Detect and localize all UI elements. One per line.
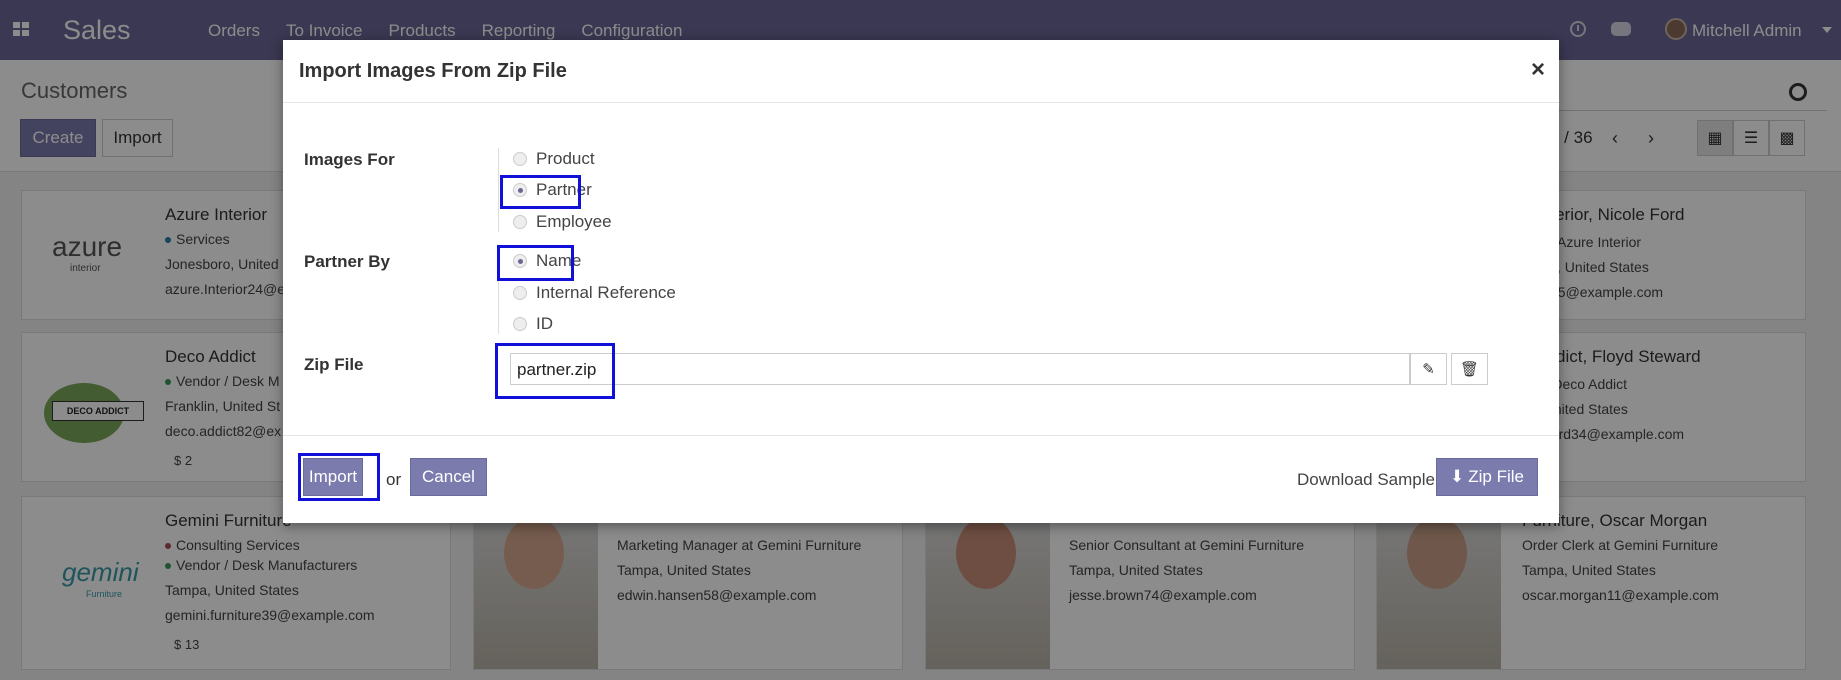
radio-label: Product bbox=[536, 149, 595, 168]
import-images-dialog: Import Images From Zip File × Images For… bbox=[283, 40, 1559, 523]
radio-employee[interactable]: Employee bbox=[499, 211, 612, 233]
radio-internal-reference[interactable]: Internal Reference bbox=[499, 282, 676, 304]
radio-product[interactable]: Product bbox=[499, 148, 595, 170]
highlight-import bbox=[298, 453, 380, 501]
modal-footer: Import or Cancel Download Sample: ⬇ Zip … bbox=[283, 435, 1559, 523]
pencil-icon[interactable]: ✎ bbox=[1410, 353, 1447, 385]
modal-title: Import Images From Zip File bbox=[299, 60, 567, 82]
radio-button[interactable] bbox=[513, 152, 527, 166]
button-label: Zip File bbox=[1468, 467, 1524, 486]
trash-icon[interactable]: 🗑 bbox=[1451, 353, 1488, 385]
images-for-radio-group: Product Partner Employee bbox=[498, 148, 612, 232]
radio-button[interactable] bbox=[513, 286, 527, 300]
close-icon[interactable]: × bbox=[1531, 56, 1545, 84]
download-icon: ⬇ bbox=[1450, 467, 1465, 486]
zip-file-label: Zip File bbox=[304, 355, 364, 374]
images-for-label: Images For bbox=[304, 150, 395, 169]
highlight-partner bbox=[500, 175, 581, 209]
download-zip-file-button[interactable]: ⬇ Zip File bbox=[1436, 458, 1538, 496]
partner-by-label: Partner By bbox=[304, 252, 390, 271]
highlight-name bbox=[497, 245, 574, 281]
or-text: or bbox=[386, 470, 402, 489]
radio-id[interactable]: ID bbox=[499, 313, 553, 335]
radio-button[interactable] bbox=[513, 317, 527, 331]
radio-label: Internal Reference bbox=[536, 283, 676, 302]
radio-label: ID bbox=[536, 314, 553, 333]
highlight-zip-file bbox=[495, 343, 615, 399]
radio-label: Employee bbox=[536, 212, 612, 231]
zip-file-input[interactable]: partner.zip bbox=[510, 353, 1410, 385]
modal-header: Import Images From Zip File × bbox=[283, 40, 1559, 103]
cancel-button[interactable]: Cancel bbox=[410, 458, 487, 496]
download-sample-label: Download Sample: bbox=[1297, 470, 1440, 489]
radio-button[interactable] bbox=[513, 215, 527, 229]
